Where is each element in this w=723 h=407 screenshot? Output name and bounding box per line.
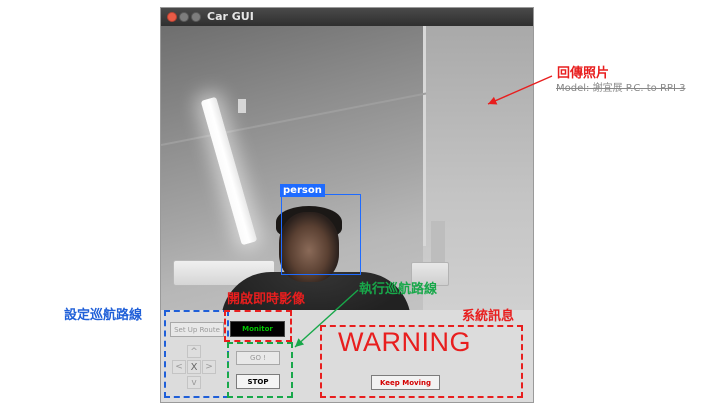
execute-route-arrow <box>294 289 359 348</box>
return-photo-arrow <box>487 75 553 105</box>
annotation-arrows <box>294 75 553 348</box>
